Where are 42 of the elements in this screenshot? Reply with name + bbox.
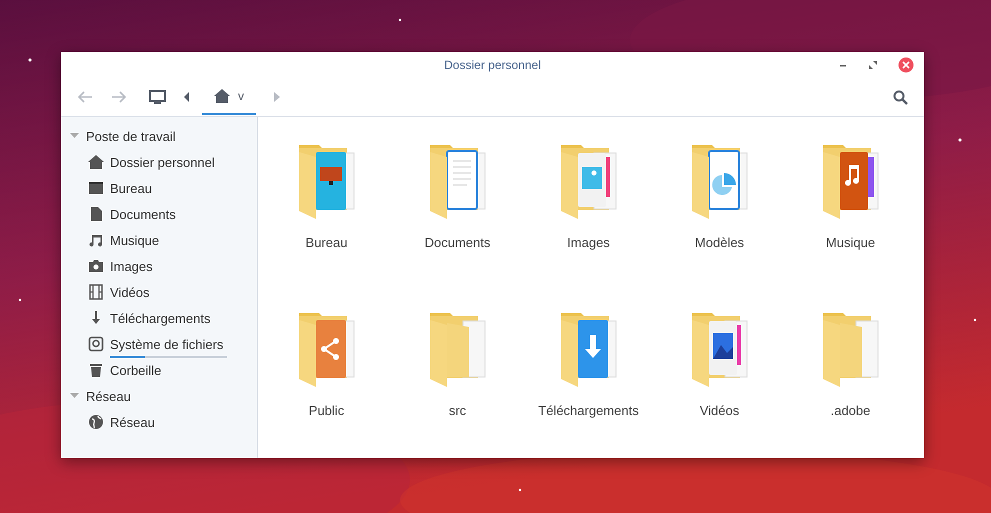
sidebar-item[interactable]: Musique xyxy=(110,232,160,248)
document-icon xyxy=(88,206,104,222)
sidebar-item[interactable]: Bureau xyxy=(110,180,152,196)
sidebar-item[interactable]: Corbeille xyxy=(110,362,162,378)
sidebar-item[interactable]: Système de fichiers xyxy=(110,336,224,352)
folder-name: src xyxy=(448,403,466,418)
folder-name: Public xyxy=(308,403,344,418)
camera-icon xyxy=(88,258,104,274)
home-icon xyxy=(214,89,230,103)
expand-caret-icon[interactable] xyxy=(70,133,79,139)
home-icon xyxy=(88,154,104,170)
close-icon[interactable] xyxy=(898,57,914,73)
monitor-icon[interactable] xyxy=(149,90,166,104)
folder-name: Vidéos xyxy=(700,403,740,418)
desktop-icon xyxy=(88,180,104,196)
sidebar-item[interactable]: Téléchargements xyxy=(110,310,210,326)
section-heading[interactable]: Réseau xyxy=(86,388,131,404)
sidebar-item[interactable]: Documents xyxy=(110,206,176,222)
sidebar-item[interactable]: Vidéos xyxy=(110,284,150,300)
sidebar-item[interactable]: Dossier personnel xyxy=(110,154,215,170)
film-icon xyxy=(88,284,104,300)
folder-name: .adobe xyxy=(830,403,870,418)
folder-name: Images xyxy=(567,235,610,250)
folder-name: Documents xyxy=(424,235,490,250)
maximize-icon[interactable] xyxy=(868,60,878,70)
music-icon xyxy=(88,232,104,248)
breadcrumb-button[interactable]: v xyxy=(202,79,256,115)
folder-name: Musique xyxy=(826,235,876,250)
back-arrow-icon[interactable] xyxy=(77,90,93,104)
folder-name: Téléchargements xyxy=(538,403,639,418)
trash-icon xyxy=(88,362,104,378)
globe-icon xyxy=(88,414,104,430)
section-heading[interactable]: Poste de travail xyxy=(86,128,176,144)
search-icon[interactable] xyxy=(893,90,908,104)
forward-arrow-icon[interactable] xyxy=(111,90,127,104)
sidebar-item[interactable]: Images xyxy=(110,258,153,274)
left-caret-icon[interactable] xyxy=(184,92,190,102)
window-title: Dossier personnel xyxy=(444,58,541,72)
folder-name: Modèles xyxy=(694,235,744,250)
folder-name: Bureau xyxy=(306,235,348,250)
right-caret-icon[interactable] xyxy=(274,92,280,102)
sidebar-item[interactable]: Réseau xyxy=(110,414,155,430)
